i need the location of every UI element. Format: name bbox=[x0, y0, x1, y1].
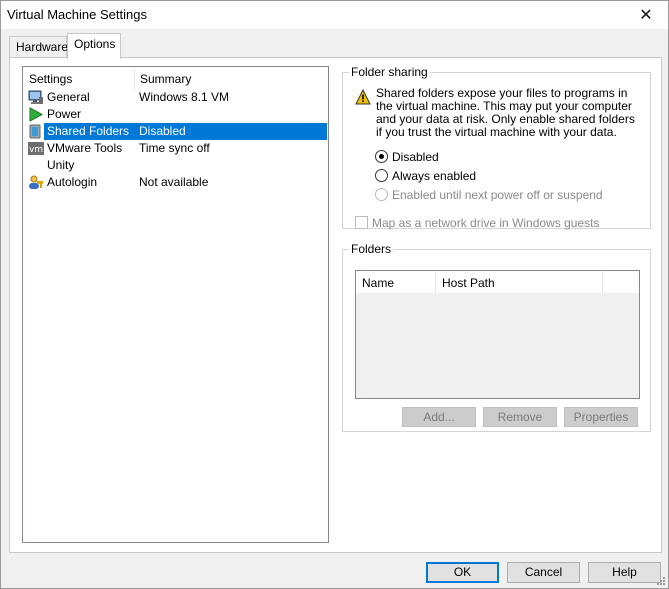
folders-table-header: Name Host Path bbox=[356, 271, 639, 293]
folder-sharing-title: Folder sharing bbox=[349, 65, 430, 79]
folders-group: Folders Name Host Path Add... Remove Pro… bbox=[342, 242, 651, 432]
settings-window: Virtual Machine Settings ✕ Hardware Opti… bbox=[0, 0, 669, 589]
settings-row-power[interactable]: Power bbox=[23, 106, 328, 123]
settings-list[interactable]: Settings Summary General Windows 8.1 VM bbox=[22, 66, 329, 543]
settings-row-unity[interactable]: Unity bbox=[23, 157, 328, 174]
vmware-icon: vm bbox=[28, 142, 44, 155]
column-separator[interactable] bbox=[602, 271, 603, 293]
map-network-drive-checkbox bbox=[355, 216, 368, 229]
map-network-drive-label: Map as a network drive in Windows guests bbox=[372, 216, 600, 230]
summary-column-header[interactable]: Summary bbox=[140, 72, 191, 86]
column-separator[interactable] bbox=[134, 69, 135, 89]
users-icon bbox=[29, 175, 43, 189]
remove-button: Remove bbox=[483, 407, 557, 427]
folder-sharing-group: Folder sharing Shared folders expose you… bbox=[342, 65, 651, 230]
svg-text:vm: vm bbox=[29, 145, 43, 155]
close-icon: ✕ bbox=[639, 7, 653, 24]
tab-options-label: Options bbox=[74, 37, 116, 51]
tab-hardware-label: Hardware bbox=[16, 40, 69, 54]
radio-disabled-button[interactable] bbox=[375, 150, 388, 163]
play-icon bbox=[29, 107, 44, 122]
properties-button: Properties bbox=[564, 407, 638, 427]
settings-row-summary: Windows 8.1 VM bbox=[139, 90, 230, 104]
settings-column-header[interactable]: Settings bbox=[29, 72, 72, 86]
settings-row-name: General bbox=[47, 90, 90, 104]
settings-row-summary: Disabled bbox=[139, 124, 186, 138]
settings-row-name: Power bbox=[47, 107, 82, 121]
column-separator[interactable] bbox=[435, 271, 436, 293]
radio-always-enabled-button[interactable] bbox=[375, 169, 388, 182]
settings-row-shared-folders[interactable]: Shared Folders Disabled bbox=[23, 123, 328, 140]
host-path-column-header[interactable]: Host Path bbox=[442, 276, 495, 290]
settings-row-general[interactable]: General Windows 8.1 VM bbox=[23, 89, 328, 106]
resize-grip-icon[interactable] bbox=[656, 576, 666, 586]
settings-row-name: Shared Folders bbox=[47, 124, 130, 138]
monitor-icon bbox=[28, 90, 43, 104]
close-button[interactable]: ✕ bbox=[624, 1, 668, 29]
warning-icon bbox=[355, 89, 371, 105]
settings-row-autologin[interactable]: Autologin Not available bbox=[23, 174, 328, 191]
add-button: Add... bbox=[402, 407, 476, 427]
settings-list-header: Settings Summary bbox=[23, 67, 328, 89]
settings-row-summary: Not available bbox=[139, 175, 209, 189]
help-button[interactable]: Help bbox=[588, 562, 661, 583]
radio-enabled-until-power-off-button bbox=[375, 188, 388, 201]
radio-always-enabled-label[interactable]: Always enabled bbox=[392, 169, 476, 183]
settings-row-summary: Time sync off bbox=[139, 141, 210, 155]
unity-icon bbox=[28, 158, 44, 173]
settings-row-name: Unity bbox=[47, 158, 75, 172]
folders-title: Folders bbox=[349, 242, 394, 256]
tab-hardware[interactable]: Hardware bbox=[9, 36, 69, 58]
folders-table[interactable]: Name Host Path bbox=[355, 270, 640, 399]
options-panel: Settings Summary General Windows 8.1 VM bbox=[9, 57, 662, 553]
title-bar[interactable]: Virtual Machine Settings ✕ bbox=[1, 1, 668, 29]
radio-enabled-until-power-off-label: Enabled until next power off or suspend bbox=[392, 188, 603, 202]
window-title: Virtual Machine Settings bbox=[7, 7, 147, 22]
cancel-button[interactable]: Cancel bbox=[507, 562, 580, 583]
ok-button[interactable]: OK bbox=[426, 562, 499, 583]
shared-folder-icon bbox=[29, 124, 41, 139]
name-column-header[interactable]: Name bbox=[362, 276, 394, 290]
tab-options[interactable]: Options bbox=[67, 33, 121, 59]
radio-disabled-label[interactable]: Disabled bbox=[392, 150, 439, 164]
warning-message: Shared folders expose your files to prog… bbox=[376, 86, 635, 139]
settings-row-name: VMware Tools bbox=[47, 141, 123, 155]
settings-row-vmware-tools[interactable]: vm VMware Tools Time sync off bbox=[23, 140, 328, 157]
settings-row-name: Autologin bbox=[47, 175, 98, 189]
